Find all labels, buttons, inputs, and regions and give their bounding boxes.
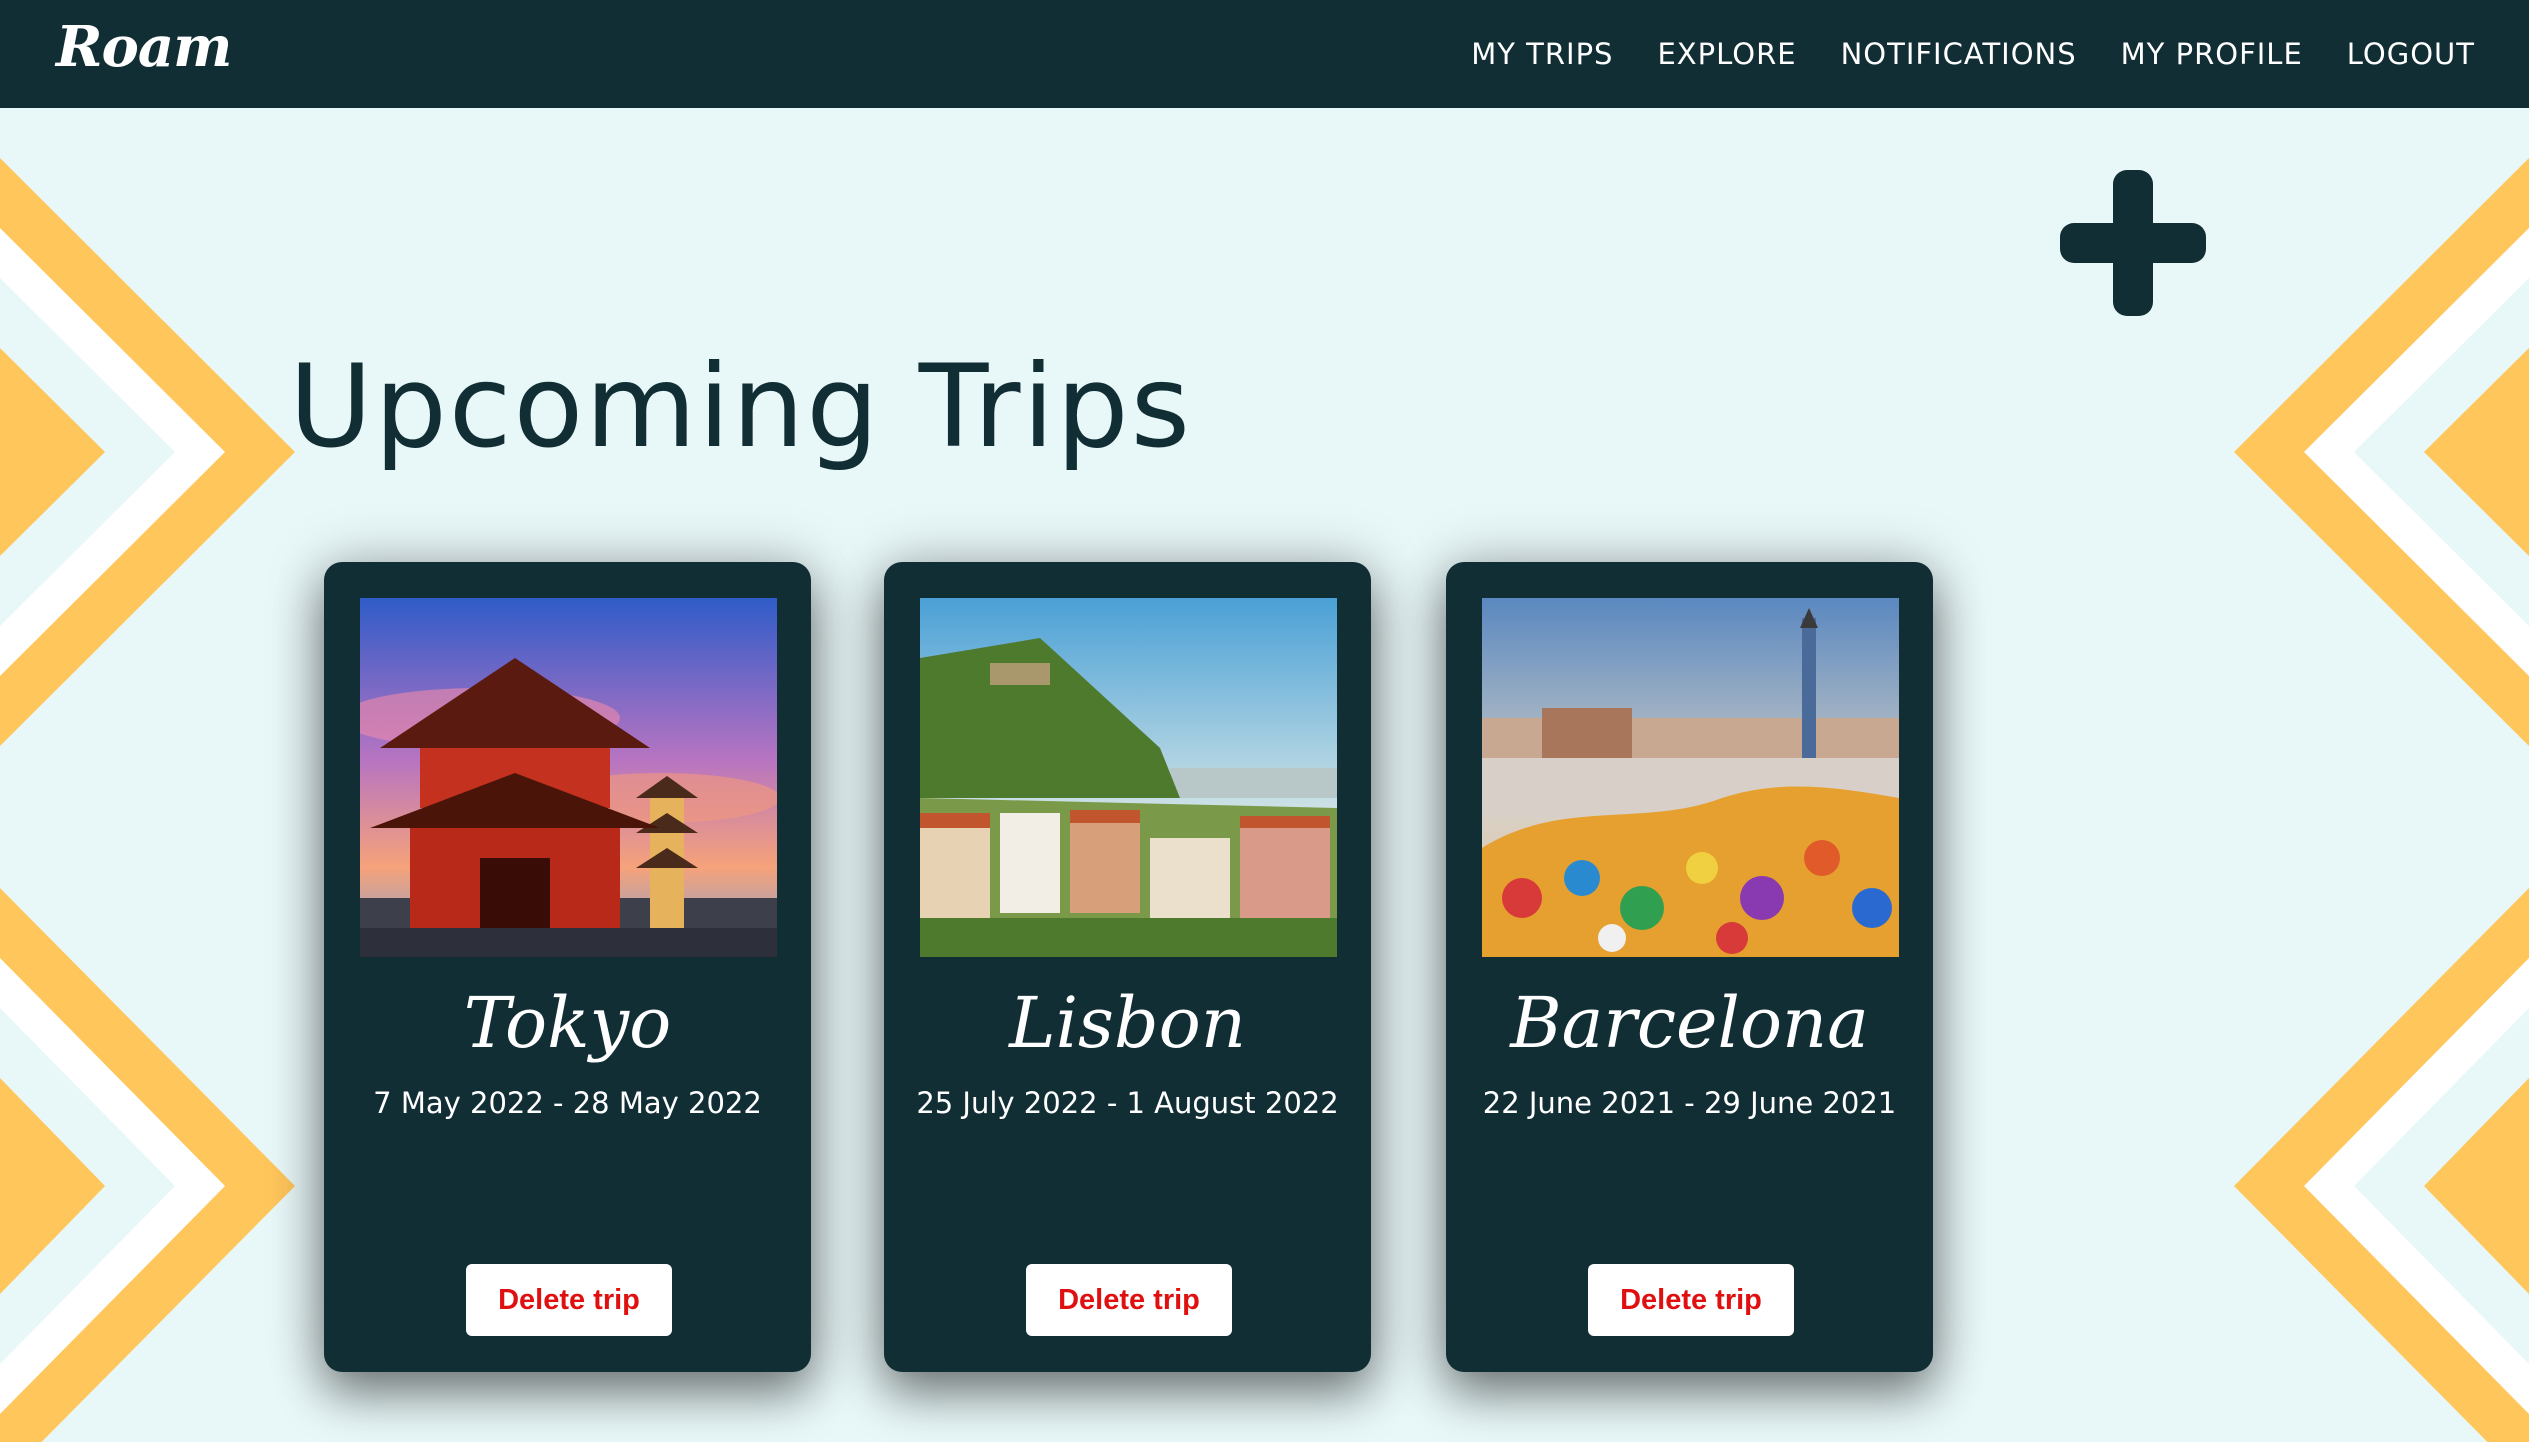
- nav-my-profile[interactable]: MY PROFILE: [2121, 37, 2303, 71]
- left-chevron-decoration: [0, 158, 295, 1442]
- trip-city: Lisbon: [1009, 982, 1246, 1064]
- nav-notifications[interactable]: NOTIFICATIONS: [1841, 37, 2077, 71]
- trip-photo-lisbon: [920, 598, 1337, 957]
- delete-trip-button[interactable]: Delete trip: [466, 1264, 672, 1336]
- top-navbar: Roam MY TRIPS EXPLORE NOTIFICATIONS MY P…: [0, 0, 2529, 108]
- trip-dates: 7 May 2022 - 28 May 2022: [373, 1086, 762, 1120]
- nav-logout[interactable]: LOGOUT: [2347, 37, 2475, 71]
- page: Roam MY TRIPS EXPLORE NOTIFICATIONS MY P…: [0, 0, 2529, 1442]
- trip-photo-tokyo: [360, 598, 777, 957]
- trip-city: Barcelona: [1510, 982, 1869, 1064]
- brand-logo[interactable]: Roam: [56, 14, 232, 80]
- trip-card-lisbon[interactable]: Lisbon 25 July 2022 - 1 August 2022 Dele…: [884, 562, 1371, 1372]
- page-title: Upcoming Trips: [289, 340, 1192, 473]
- trip-dates: 25 July 2022 - 1 August 2022: [916, 1086, 1339, 1120]
- add-trip-button[interactable]: [2060, 170, 2206, 316]
- delete-trip-button[interactable]: Delete trip: [1026, 1264, 1232, 1336]
- nav-my-trips[interactable]: MY TRIPS: [1471, 37, 1613, 71]
- trip-photo-barcelona: [1482, 598, 1899, 957]
- trip-card-tokyo[interactable]: Tokyo 7 May 2022 - 28 May 2022 Delete tr…: [324, 562, 811, 1372]
- main-nav: MY TRIPS EXPLORE NOTIFICATIONS MY PROFIL…: [1471, 0, 2475, 108]
- trip-dates: 22 June 2021 - 29 June 2021: [1482, 1086, 1897, 1120]
- right-chevron-decoration: [2234, 158, 2529, 1442]
- nav-explore[interactable]: EXPLORE: [1657, 37, 1796, 71]
- trip-card-barcelona[interactable]: Barcelona 22 June 2021 - 29 June 2021 De…: [1446, 562, 1933, 1372]
- trip-city: Tokyo: [463, 982, 672, 1064]
- delete-trip-button[interactable]: Delete trip: [1588, 1264, 1794, 1336]
